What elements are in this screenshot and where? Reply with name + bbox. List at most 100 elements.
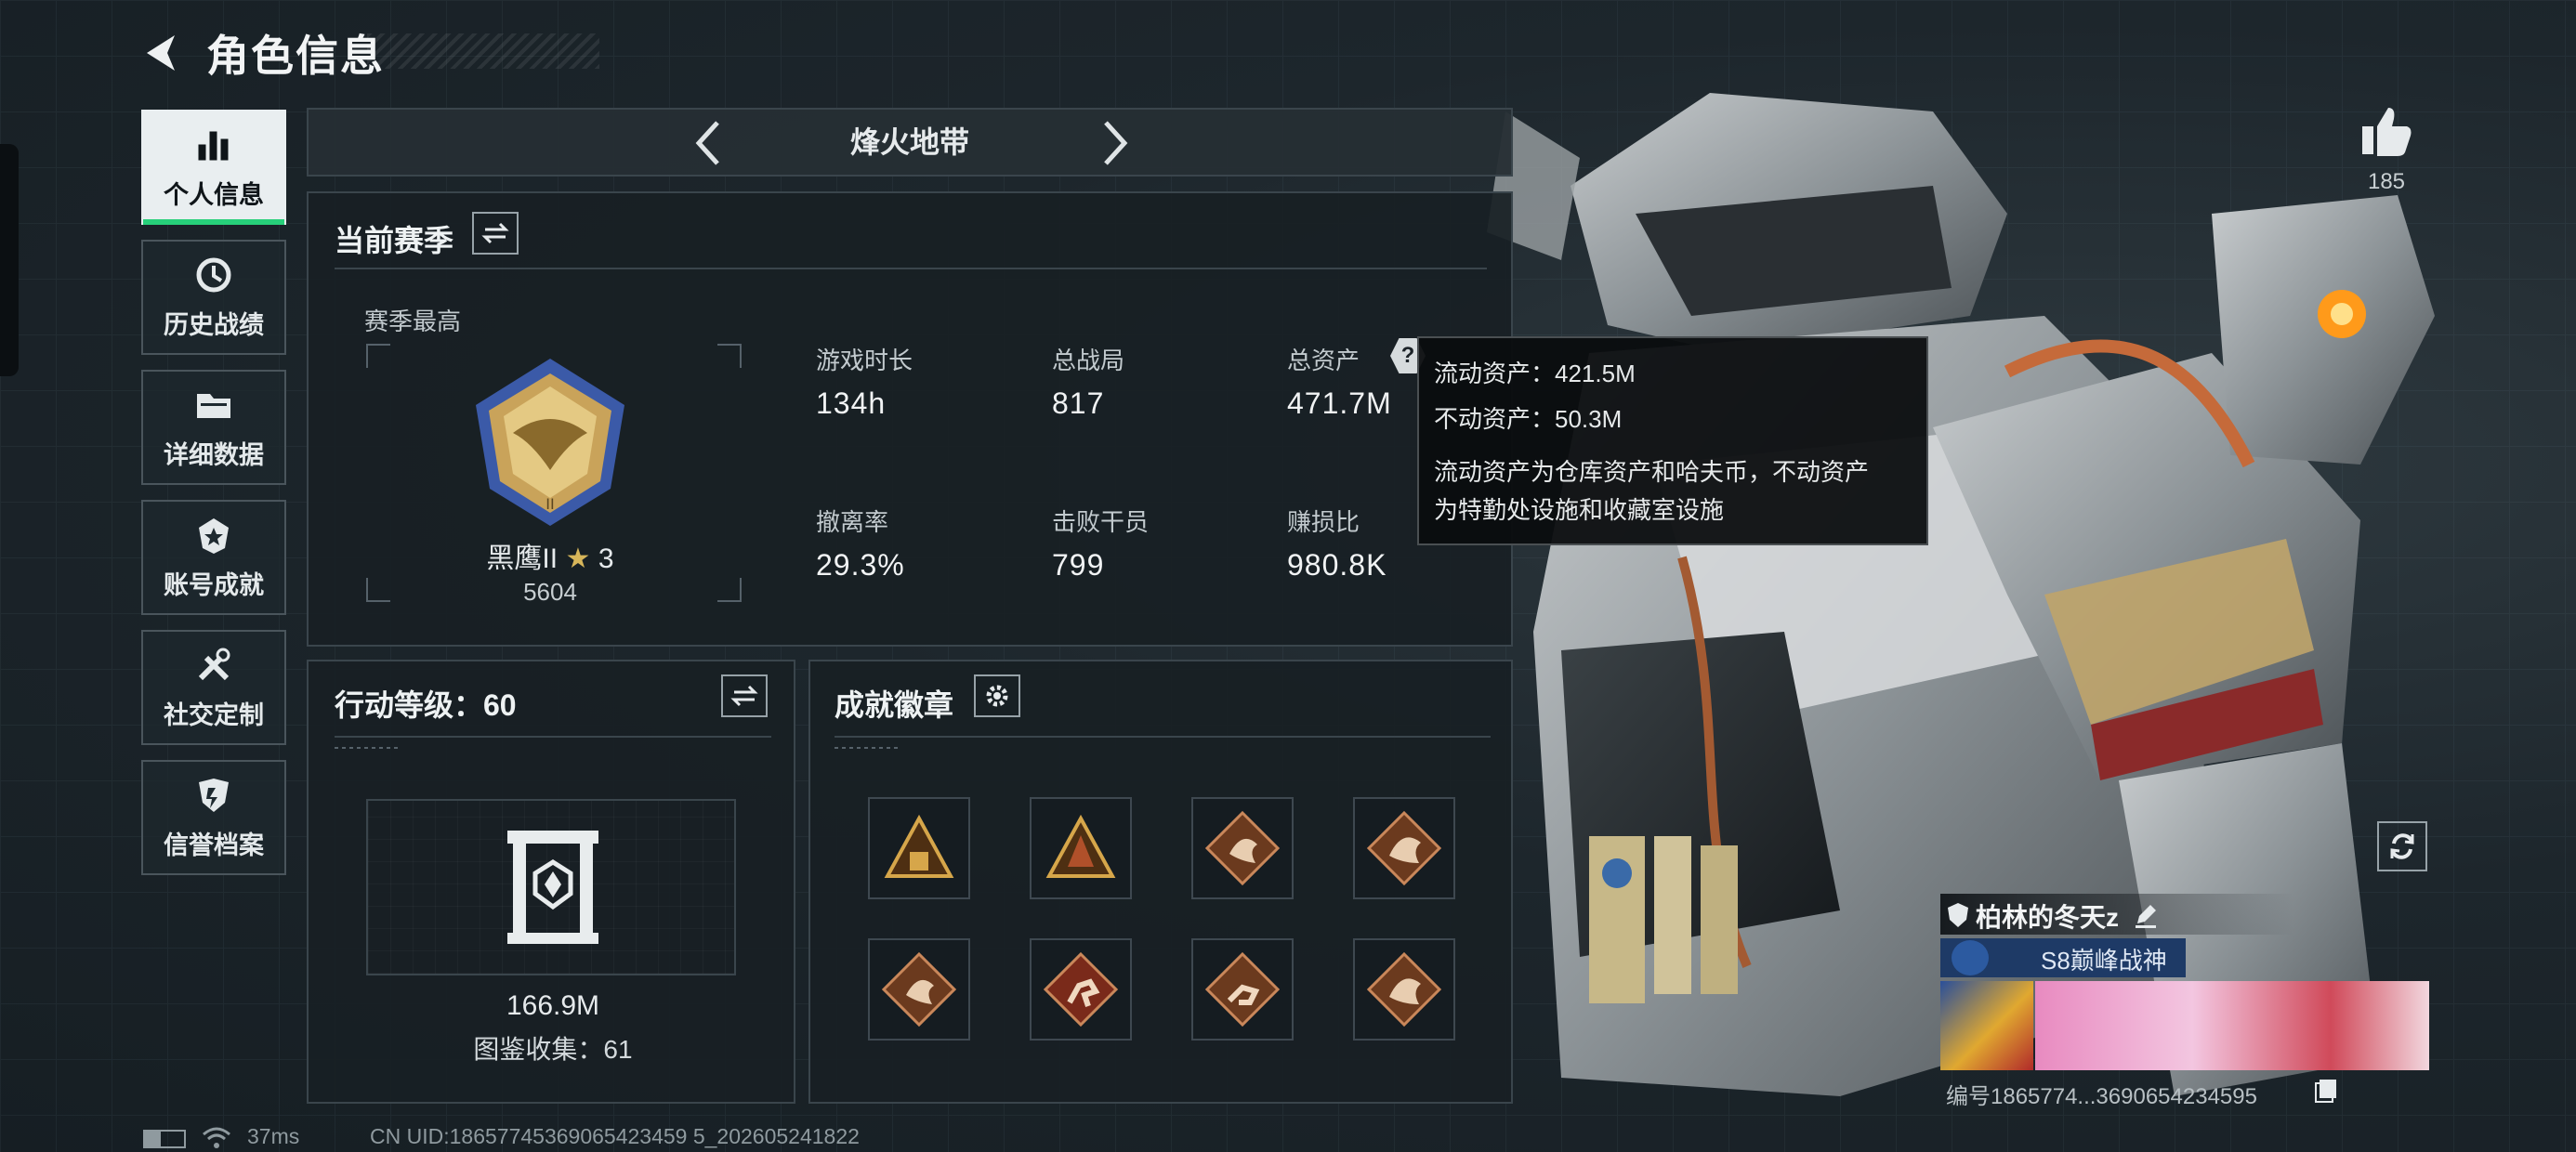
page-title: 角色信息	[206, 32, 385, 80]
rank-score: 5604	[523, 578, 577, 606]
player-banner	[2035, 981, 2429, 1070]
wifi-icon	[203, 1127, 230, 1148]
achievement-badge[interactable]	[1030, 797, 1132, 899]
dragon-badge-icon	[1366, 810, 1442, 886]
stat-label: 总战局	[1052, 347, 1125, 374]
rank-emblem-icon: II	[476, 359, 624, 526]
active-indicator	[143, 219, 284, 225]
swap-icon	[481, 222, 509, 244]
stat-value: 134h	[816, 386, 887, 420]
chevron-right-icon[interactable]	[1097, 115, 1134, 171]
asset-tooltip: 流动资产：421.5M 不动资产：50.3M 流动资产为仓库资产和哈夫币，不动资…	[1417, 336, 1928, 545]
achievement-badge[interactable]	[1353, 938, 1455, 1041]
action-level-panel: 行动等级：60 166.9M 图鉴收集：61	[307, 660, 795, 1104]
runner-badge-icon	[1043, 951, 1119, 1028]
achievement-badge[interactable]	[868, 938, 970, 1041]
frame-corner	[717, 344, 742, 368]
thumbs-up-icon[interactable]	[2359, 104, 2414, 160]
battery-icon	[143, 1130, 186, 1148]
cn-uid: CN UID:18657745369065423459 5_2026052418…	[370, 1124, 860, 1148]
svg-text:II: II	[545, 495, 554, 513]
stat-label: 游戏时长	[816, 347, 913, 374]
player-id: 编号1865774...3690654234595	[1946, 1084, 2257, 1109]
map-name: 烽火地带	[849, 125, 969, 159]
collection-value: 166.9M	[506, 990, 600, 1021]
credit-shield-icon	[193, 775, 234, 816]
achievement-icon	[193, 515, 234, 556]
sidebar-item-detail-data[interactable]: 详细数据	[141, 370, 286, 485]
collection-display[interactable]	[366, 799, 736, 975]
achievement-badge[interactable]	[1353, 797, 1455, 899]
header: 角色信息	[139, 20, 385, 85]
achievement-badge[interactable]	[1030, 938, 1132, 1041]
shield-icon	[1948, 903, 1968, 927]
achievement-settings-button[interactable]	[974, 674, 1020, 717]
device-edge	[0, 144, 19, 376]
stat-label: 击败干员	[1052, 508, 1150, 536]
refresh-button[interactable]	[2377, 821, 2427, 871]
chevron-left-icon[interactable]	[690, 115, 727, 171]
stat-value: 799	[1052, 548, 1105, 582]
rank-stars: 3	[598, 543, 614, 574]
ping: 37ms	[247, 1124, 300, 1148]
liquid-assets: 流动资产：421.5M	[1434, 360, 1636, 387]
rank-name: 黑鹰II	[486, 543, 559, 574]
stat-label: 赚损比	[1287, 508, 1360, 536]
copy-icon[interactable]	[2314, 1078, 2338, 1104]
divider	[335, 736, 771, 738]
gear-icon	[986, 685, 1008, 707]
stat-label: 总资产	[1287, 347, 1360, 374]
tools-icon	[193, 645, 234, 686]
pyramid-badge-icon	[1045, 814, 1116, 878]
action-switch-button[interactable]	[721, 674, 768, 717]
stat-label: 撤离率	[816, 508, 889, 536]
action-level-title: 行动等级：60	[335, 688, 517, 722]
sidebar-item-label: 账号成就	[164, 570, 264, 599]
stat-value: 471.7M	[1287, 386, 1392, 420]
title-emblem-icon	[1952, 940, 1989, 975]
sidebar-item-label: 信誉档案	[164, 831, 264, 859]
fixed-assets: 不动资产：50.3M	[1434, 405, 1623, 433]
decoration	[335, 747, 400, 749]
bar-chart-icon	[193, 124, 234, 165]
sidebar-item-history[interactable]: 历史战绩	[141, 240, 286, 355]
sidebar-item-label: 社交定制	[164, 700, 264, 729]
achievement-panel: 成就徽章	[808, 660, 1513, 1104]
season-panel: 当前赛季 赛季最高 II 黑鹰II ★ 3 5604 游戏时长 134h 总战局…	[307, 191, 1513, 647]
player-title: S8巅峰战神	[2041, 947, 2167, 975]
edit-icon[interactable]	[2132, 901, 2160, 929]
sidebar-item-credit[interactable]: 信誉档案	[141, 760, 286, 875]
sidebar-item-label: 历史战绩	[164, 310, 264, 339]
achievement-title: 成就徽章	[835, 688, 954, 722]
pyramid-badge-icon	[884, 814, 954, 878]
sidebar-item-social[interactable]: 社交定制	[141, 630, 286, 745]
divider	[335, 268, 1487, 269]
season-switch-button[interactable]	[472, 212, 519, 255]
achievement-badge[interactable]	[1191, 938, 1294, 1041]
stat-value: 29.3%	[816, 548, 905, 582]
swap-icon	[730, 685, 758, 707]
sidebar-item-label: 详细数据	[164, 440, 264, 469]
sidebar-item-label: 个人信息	[164, 180, 264, 209]
tooltip-description-line2: 为特勤处设施和收藏室设施	[1434, 496, 1725, 524]
divider	[835, 736, 1491, 738]
history-icon	[193, 255, 234, 295]
collection-cabinet-icon	[507, 831, 598, 944]
dragon-badge-icon	[1204, 810, 1281, 886]
folder-icon	[193, 385, 234, 425]
player-avatar[interactable]	[1940, 981, 2033, 1070]
star-icon: ★	[565, 543, 591, 574]
stat-value: 817	[1052, 386, 1105, 420]
sidebar-item-personal-info[interactable]: 个人信息	[141, 110, 286, 225]
refresh-icon	[2390, 833, 2414, 859]
achievement-badge[interactable]	[1191, 797, 1294, 899]
season-best-label: 赛季最高	[364, 308, 462, 335]
dragon-badge-icon	[881, 951, 957, 1028]
achievement-badge[interactable]	[868, 797, 970, 899]
back-arrow-icon[interactable]	[139, 30, 186, 76]
map-selector: 烽火地带	[307, 108, 1513, 177]
sidebar-item-achievements[interactable]: 账号成就	[141, 500, 286, 615]
like-count: 185	[2367, 169, 2406, 194]
season-title: 当前赛季	[335, 224, 454, 257]
collection-count: 图鉴收集：61	[473, 1035, 633, 1064]
